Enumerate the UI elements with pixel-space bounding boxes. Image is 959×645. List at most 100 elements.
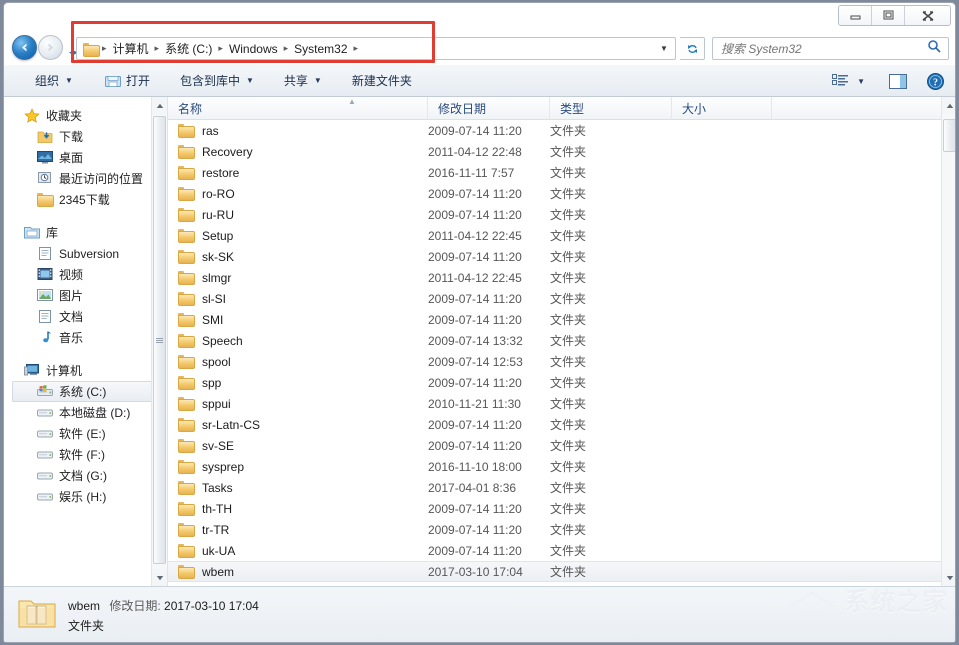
sidebar-item-subversion[interactable]: Subversion	[4, 243, 167, 264]
sidebar-item-desktop[interactable]: 桌面	[4, 147, 167, 168]
file-name-label: SMI	[202, 313, 223, 327]
scroll-up-arrow-icon[interactable]	[942, 97, 956, 114]
sidebar-item-music[interactable]: 音乐	[4, 327, 167, 348]
chevron-down-icon[interactable]: ▼	[857, 77, 865, 86]
share-button[interactable]: 共享 ▼	[275, 69, 331, 93]
table-row[interactable]: sl-SI2009-07-14 11:20文件夹	[168, 288, 941, 309]
scroll-down-arrow-icon[interactable]	[152, 569, 168, 586]
sidebar-group-favorites[interactable]: 收藏夹	[4, 105, 167, 126]
include-in-library-button[interactable]: 包含到库中 ▼	[171, 69, 263, 93]
cell-size	[672, 309, 772, 330]
breadcrumb[interactable]: ▸ 计算机 ▸ 系统 (C:) ▸ Windows ▸ System32 ▸ ▼	[76, 37, 676, 60]
help-button[interactable]: ?	[922, 69, 949, 93]
column-header-name[interactable]: 名称 ▲	[168, 97, 428, 120]
table-row[interactable]: ro-RO2009-07-14 11:20文件夹	[168, 183, 941, 204]
table-row[interactable]: ru-RU2009-07-14 11:20文件夹	[168, 204, 941, 225]
sidebar-item-videos[interactable]: 视频	[4, 264, 167, 285]
sidebar-item-entertainment-h[interactable]: 娱乐 (H:)	[4, 486, 167, 507]
sidebar-item-documents[interactable]: 文档	[4, 306, 167, 327]
breadcrumb-item-windows[interactable]: Windows	[224, 42, 283, 56]
table-row[interactable]: ras2009-07-14 11:20文件夹	[168, 120, 941, 141]
search-icon[interactable]	[927, 39, 941, 58]
breadcrumb-item-system-c[interactable]: 系统 (C:)	[160, 40, 217, 57]
details-file-type: 文件夹	[68, 617, 259, 634]
sidebar-scrollbar[interactable]	[151, 97, 167, 586]
search-box[interactable]	[712, 37, 949, 60]
scroll-down-arrow-icon[interactable]	[942, 569, 956, 586]
back-button[interactable]	[12, 35, 37, 60]
refresh-button[interactable]	[680, 37, 705, 60]
table-row[interactable]: slmgr2011-04-12 22:45文件夹	[168, 267, 941, 288]
sidebar-item-documents-g[interactable]: 文档 (G:)	[4, 465, 167, 486]
preview-pane-button[interactable]	[884, 69, 912, 93]
table-row[interactable]: tr-TR2009-07-14 11:20文件夹	[168, 519, 941, 540]
cell-name: tr-TR	[168, 519, 428, 540]
sidebar-item-pictures[interactable]: 图片	[4, 285, 167, 306]
cell-date-modified: 2009-07-14 11:20	[428, 540, 550, 561]
change-view-button[interactable]: ▼	[827, 69, 870, 93]
table-row[interactable]: Setup2011-04-12 22:45文件夹	[168, 225, 941, 246]
table-row[interactable]: uk-UA2009-07-14 11:20文件夹	[168, 540, 941, 561]
sidebar-item-downloads[interactable]: 下载	[4, 126, 167, 147]
sidebar-scrollbar-thumb[interactable]	[153, 116, 166, 564]
system-drive-icon	[37, 384, 53, 400]
table-row[interactable]: Tasks2017-04-01 8:36文件夹	[168, 477, 941, 498]
sidebar-item-software-f[interactable]: 软件 (F:)	[4, 444, 167, 465]
table-row[interactable]: Recovery2011-04-12 22:48文件夹	[168, 141, 941, 162]
table-row[interactable]: sysprep2016-11-10 18:00文件夹	[168, 456, 941, 477]
sidebar-item-software-e[interactable]: 软件 (E:)	[4, 423, 167, 444]
organize-button[interactable]: 组织 ▼	[26, 69, 82, 93]
file-list-scrollbar[interactable]	[941, 97, 956, 586]
command-toolbar: 组织 ▼ 打开 包含到库中 ▼ 共享 ▼ 新建文件夹	[4, 65, 956, 97]
sidebar-group-libraries[interactable]: 库	[4, 222, 167, 243]
table-row[interactable]: spool2009-07-14 12:53文件夹	[168, 351, 941, 372]
breadcrumb-item-computer[interactable]: 计算机	[108, 40, 154, 57]
cell-name: ras	[168, 120, 428, 141]
new-folder-button[interactable]: 新建文件夹	[343, 69, 421, 93]
table-row[interactable]: Speech2009-07-14 13:32文件夹	[168, 330, 941, 351]
file-name-label: ro-RO	[202, 187, 235, 201]
table-row[interactable]: sr-Latn-CS2009-07-14 11:20文件夹	[168, 414, 941, 435]
table-row[interactable]: th-TH2009-07-14 11:20文件夹	[168, 498, 941, 519]
cell-type: 文件夹	[550, 351, 672, 372]
minimize-button[interactable]	[839, 6, 872, 25]
include-in-library-label: 包含到库中	[180, 72, 240, 89]
sidebar-item-recent-places[interactable]: 最近访问的位置	[4, 168, 167, 189]
cell-size	[672, 267, 772, 288]
search-input[interactable]	[721, 42, 927, 56]
sidebar-group-computer[interactable]: 计算机	[4, 360, 167, 381]
table-row[interactable]: restore2016-11-11 7:57文件夹	[168, 162, 941, 183]
sidebar-item-local-disk-d[interactable]: 本地磁盘 (D:)	[4, 402, 167, 423]
table-row[interactable]: sv-SE2009-07-14 11:20文件夹	[168, 435, 941, 456]
folder-icon	[178, 333, 194, 349]
file-name-label: spp	[202, 376, 221, 390]
table-row[interactable]: sppui2010-11-21 11:30文件夹	[168, 393, 941, 414]
table-row[interactable]: sk-SK2009-07-14 11:20文件夹	[168, 246, 941, 267]
sidebar-item-system-c[interactable]: 系统 (C:)	[12, 381, 163, 402]
cell-date-modified: 2009-07-14 11:20	[428, 309, 550, 330]
maximize-button[interactable]	[872, 6, 905, 25]
scroll-up-arrow-icon[interactable]	[152, 97, 167, 114]
sidebar-item-2345download[interactable]: 2345下载	[4, 189, 167, 210]
breadcrumb-separator[interactable]: ▸	[353, 43, 360, 54]
column-header-size[interactable]: 大小	[672, 97, 772, 120]
open-button[interactable]: 打开	[96, 69, 159, 93]
column-header-date-modified[interactable]: 修改日期	[428, 97, 550, 120]
breadcrumb-item-system32[interactable]: System32	[289, 42, 352, 56]
column-header-type[interactable]: 类型	[550, 97, 672, 120]
cell-name: ro-RO	[168, 183, 428, 204]
table-row[interactable]: wbem2017-03-10 17:04文件夹	[168, 561, 941, 582]
watermark-subtext: XITONGZHIJIA.NET	[844, 615, 949, 624]
share-label: 共享	[284, 72, 308, 89]
forward-button[interactable]	[38, 35, 63, 60]
file-name-label: Tasks	[202, 481, 233, 495]
file-list-scrollbar-thumb[interactable]	[943, 119, 956, 152]
desktop-icon	[37, 150, 53, 166]
computer-icon	[24, 363, 40, 379]
sidebar-item-label: 桌面	[59, 149, 83, 166]
details-date-value: 2017-03-10 17:04	[164, 599, 259, 613]
table-row[interactable]: SMI2009-07-14 11:20文件夹	[168, 309, 941, 330]
chevron-down-icon[interactable]: ▼	[654, 39, 674, 58]
table-row[interactable]: spp2009-07-14 11:20文件夹	[168, 372, 941, 393]
close-button[interactable]	[905, 6, 950, 25]
